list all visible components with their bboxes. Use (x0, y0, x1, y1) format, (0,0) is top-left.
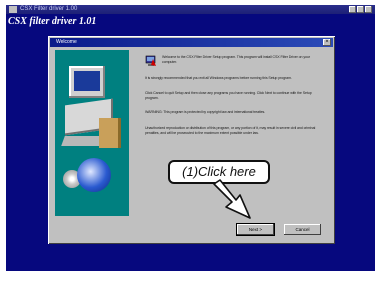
setup-graphic (55, 50, 129, 216)
globe-image (77, 158, 111, 192)
welcome-dialog: Welcome × Welcome to the CSX Filter Driv… (48, 36, 335, 244)
cancel-next-text: Click Cancel to quit Setup and then clos… (145, 91, 312, 100)
app-icon (9, 6, 17, 13)
maximize-button[interactable] (357, 6, 364, 13)
dialog-title: Welcome (56, 39, 77, 45)
outer-title-bar: CSX Filter driver 1.00 (6, 5, 375, 14)
intro-text: Welcome to the CSX Filter Driver Setup p… (162, 55, 310, 64)
outer-window-title: CSX Filter driver 1.00 (20, 6, 78, 12)
exit-programs-text: It is strongly recommended that you exit… (145, 76, 292, 80)
monitor-image (69, 66, 105, 98)
cancel-button[interactable]: Cancel (284, 224, 321, 235)
copyright-text: Unauthorized reproduction or distributio… (145, 126, 316, 135)
dialog-title-bar: Welcome × (50, 38, 333, 47)
setup-heading: CSX filter driver 1.01 (8, 16, 97, 27)
package-image (99, 118, 121, 148)
click-here-callout: (1)Click here (168, 160, 270, 184)
dialog-close-button[interactable]: × (323, 39, 331, 46)
next-button[interactable]: Next > (237, 224, 274, 235)
minimize-button[interactable] (349, 6, 356, 13)
setup-icon (145, 55, 156, 66)
window-controls (349, 6, 372, 13)
warning-text: WARNING: This program is protected by co… (145, 110, 266, 114)
close-button[interactable] (365, 6, 372, 13)
callout-text: (1)Click here (182, 164, 256, 179)
